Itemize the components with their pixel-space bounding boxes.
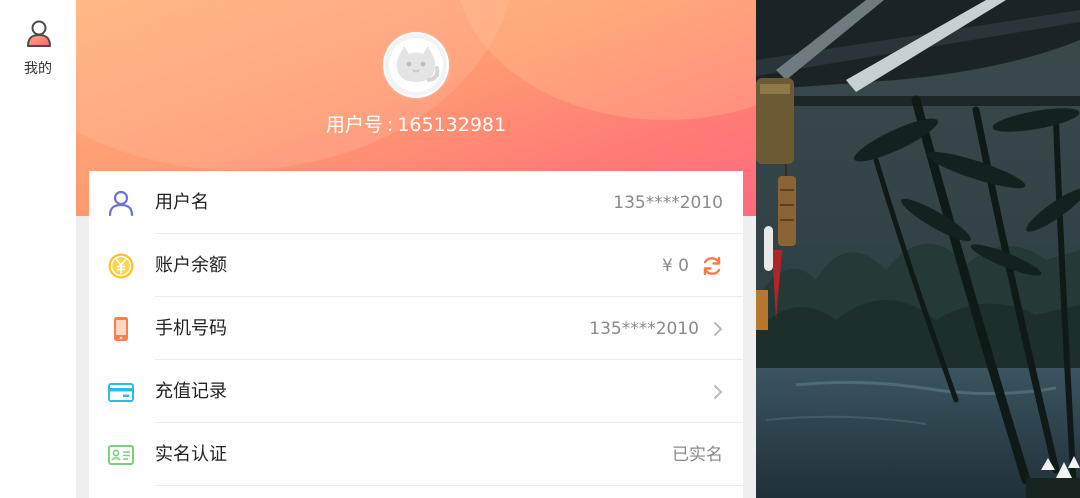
drag-handle[interactable] [764, 226, 773, 271]
row-value: 135****2010 [613, 193, 723, 213]
row-phone[interactable]: 手机号码 135****2010 [89, 297, 743, 360]
id-card-icon [107, 441, 135, 469]
divider [155, 485, 743, 486]
user-id-separator: : [386, 114, 394, 136]
yuan-coin-icon [107, 252, 135, 280]
chevron-right-icon [709, 382, 727, 402]
row-label: 手机号码 [155, 318, 227, 339]
header-decoration [456, 0, 756, 120]
nav-item-label: 我的 [24, 61, 52, 77]
header-decoration [76, 0, 516, 170]
row-recharge-history[interactable]: 充值记录 [89, 360, 743, 423]
left-nav-rail: 我的 [0, 0, 76, 498]
person-icon [107, 189, 135, 217]
profile-panel: 用户号:165132981 用户名 135****2010 账户余额 ¥ 0 手… [76, 0, 756, 498]
user-icon [24, 18, 54, 48]
row-label: 实名认证 [155, 444, 227, 465]
row-label: 账户余额 [155, 255, 227, 276]
row-username[interactable]: 用户名 135****2010 [89, 171, 743, 234]
cat-avatar-icon [389, 38, 443, 92]
user-id: 用户号:165132981 [76, 112, 756, 138]
refresh-icon[interactable] [701, 255, 723, 277]
row-balance[interactable]: 账户余额 ¥ 0 [89, 234, 743, 297]
row-value: 135****2010 [589, 319, 699, 339]
avatar[interactable] [383, 32, 449, 98]
bamboo-lake-scene-image [756, 0, 1080, 498]
balance-value: ¥ 0 [661, 256, 689, 276]
account-card: 用户名 135****2010 账户余额 ¥ 0 手机号码 135****201… [89, 171, 743, 498]
user-id-value: 165132981 [397, 114, 507, 136]
verification-status: 已实名 [672, 445, 723, 465]
row-real-name-verification[interactable]: 实名认证 已实名 [89, 423, 743, 486]
background-scene [756, 0, 1080, 498]
card-icon [107, 378, 135, 406]
chevron-right-icon [709, 319, 727, 339]
nav-item-mine[interactable]: 我的 [0, 14, 76, 80]
phone-icon [107, 315, 135, 343]
row-label: 用户名 [155, 192, 209, 213]
user-id-label: 用户号 [325, 114, 383, 136]
row-label: 充值记录 [155, 381, 227, 402]
